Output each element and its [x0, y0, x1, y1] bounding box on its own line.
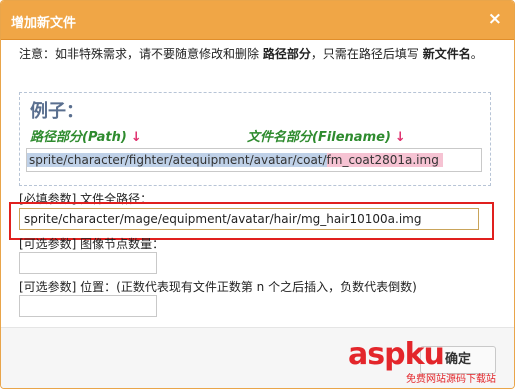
node-count-label: [可选参数] 图像节点数量： [19, 237, 165, 251]
example-file-value: fm_coat2801a.img [326, 153, 443, 167]
note-middle: ，只需在路径后填写 [310, 47, 419, 61]
example-path-field: sprite/character/fighter/atequipment/ava… [26, 148, 482, 172]
position-label: [可选参数] 位置：(正数代表现有文件正数第 n 个之后插入，负数代表倒数) [19, 280, 417, 294]
example-path-value: sprite/character/fighter/atequipment/ava… [27, 153, 327, 167]
note-file-part: 新文件名 [422, 47, 471, 61]
close-icon[interactable]: × [488, 10, 502, 28]
down-arrow-icon: ↓ [130, 130, 142, 145]
watermark-logo: aspku [348, 337, 445, 372]
full-path-input[interactable] [19, 208, 479, 230]
example-path-label-text: 路径部分(Path) [30, 130, 127, 145]
note-path-part: 路径部分 [262, 47, 311, 61]
watermark-subtext: 免费网站源码下载站 [406, 374, 496, 385]
node-count-input[interactable] [19, 252, 157, 274]
example-path-label: 路径部分(Path) ↓ [30, 126, 142, 145]
example-box: 例子： 路径部分(Path) ↓ 文件名部分(Filename) ↓ sprite/… [19, 92, 491, 186]
note-text: 注意：如非特殊需求，请不要随意修改和删除 路径部分，只需在路径后填写 新文件名。 [19, 45, 504, 63]
example-file-label-text: 文件名部分(Filename) [247, 130, 391, 145]
note-prefix: 注意：如非特殊需求，请不要随意修改和删除 [19, 47, 260, 61]
position-input[interactable] [19, 295, 157, 317]
add-file-dialog: 增加新文件 × 注意：如非特殊需求，请不要随意修改和删除 路径部分，只需在路径后… [0, 0, 515, 389]
example-file-label: 文件名部分(Filename) ↓ [247, 126, 406, 145]
dialog-titlebar: 增加新文件 × [1, 1, 514, 40]
down-arrow-icon: ↓ [394, 130, 406, 145]
example-title: 例子： [30, 101, 84, 122]
note-suffix: 。 [470, 47, 483, 61]
dialog-title: 增加新文件 [11, 16, 77, 31]
